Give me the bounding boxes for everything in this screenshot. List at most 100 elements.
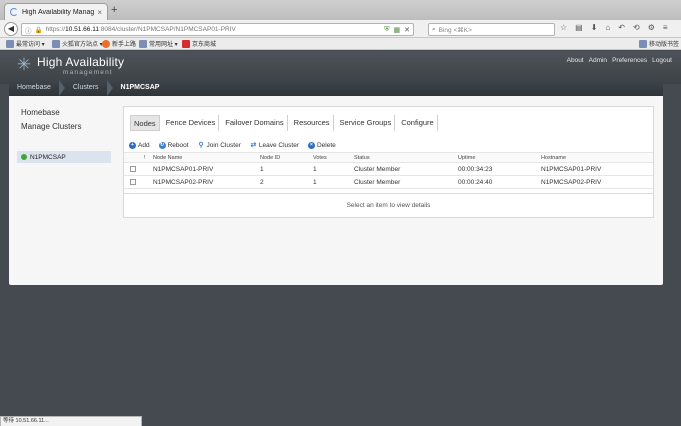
brand-subtitle: management	[63, 69, 113, 76]
nav-admin[interactable]: Admin	[589, 57, 607, 64]
node-votes: 1	[313, 165, 317, 173]
table-header: ! Node Name Node ID Votes Status Uptime …	[124, 152, 653, 163]
url-bar[interactable]: ⓘ 🔒 https://10.51.66.11:8084/cluster/N1P…	[21, 23, 414, 36]
breadcrumb: Homebase Clusters N1PMCSAP	[9, 80, 663, 96]
breadcrumb-clusters[interactable]: Clusters	[65, 80, 113, 96]
join-icon: ⚲	[197, 141, 205, 149]
status-online-icon	[21, 154, 27, 160]
ha-logo-icon: ✳	[16, 55, 32, 74]
bookmark-most-visited[interactable]: 最常访问 ▾	[6, 39, 45, 48]
bookmark-jd[interactable]: 京东商城	[182, 39, 216, 48]
delete-icon: ×	[307, 141, 315, 149]
sidebar-homebase[interactable]: Homebase	[21, 108, 115, 117]
reading-list-icon[interactable]: ▤	[575, 23, 583, 32]
home-icon[interactable]: ⌂	[605, 23, 610, 32]
add-icon: +	[129, 141, 136, 149]
tab-resources[interactable]: Resources	[291, 115, 334, 131]
breadcrumb-cluster: N1PMCSAP	[120, 84, 160, 91]
sidebar-cluster-item[interactable]: N1PMCSAP	[17, 151, 111, 163]
extensions-icon[interactable]: ⚙	[648, 23, 655, 32]
bookmark-official-site[interactable]: 火狐官方站点 ▾	[52, 39, 103, 48]
table-row[interactable]: N1PMCSAP02-PRIV 2 1 Cluster Member 00:00…	[124, 176, 653, 189]
firefox-icon	[102, 39, 110, 48]
node-id: 2	[260, 178, 264, 186]
lock-icon: 🔒	[34, 26, 43, 34]
reload-icon[interactable]: ✕	[404, 26, 410, 34]
new-tab-button[interactable]: +	[111, 4, 117, 16]
nav-preferences[interactable]: Preferences	[612, 57, 647, 64]
col-hostname[interactable]: Hostname	[541, 153, 566, 162]
browser-navbar: ◀ ⓘ 🔒 https://10.51.66.11:8084/cluster/N…	[0, 20, 681, 38]
node-status: Cluster Member	[354, 165, 401, 173]
shield-icon[interactable]: ⛨	[384, 26, 389, 34]
url-text: https://10.51.66.11:8084/cluster/N1PMCSA…	[45, 26, 236, 33]
detail-hint: Select an item to view details	[124, 193, 653, 217]
undo-icon[interactable]: ↶	[618, 23, 625, 32]
browser-tabstrip: High Availability Manageme… × +	[0, 0, 681, 20]
leave-cluster-button[interactable]: ⇄ Leave Cluster	[249, 141, 299, 149]
folder-icon	[6, 39, 14, 48]
bookmark-star-icon[interactable]: ☆	[560, 23, 567, 32]
bookmark-mobile[interactable]: 移动版书签	[639, 39, 679, 48]
sync-icon[interactable]: ⟲	[633, 23, 640, 32]
leave-icon: ⇄	[249, 141, 257, 149]
brand-title: High Availability	[37, 55, 125, 69]
cluster-name: N1PMCSAP	[30, 153, 66, 161]
node-name: N1PMCSAP01-PRIV	[153, 165, 214, 173]
tab-fence-devices[interactable]: Fence Devices	[163, 115, 220, 131]
reboot-button[interactable]: ↻ Reboot	[158, 141, 189, 149]
sidebar-manage-clusters[interactable]: Manage Clusters	[21, 122, 115, 131]
back-button[interactable]: ◀	[4, 22, 18, 36]
add-button[interactable]: + Add	[129, 141, 150, 149]
tab-title: High Availability Manageme…	[22, 8, 95, 16]
close-tab-icon[interactable]: ×	[97, 8, 102, 17]
toolbar: + Add ↻ Reboot ⚲ Join Cluster ⇄ Leave Cluste…	[124, 139, 653, 151]
node-votes: 1	[313, 178, 317, 186]
bookmark-getting-started[interactable]: 新手上路	[102, 39, 136, 48]
tab-service-groups[interactable]: Service Groups	[337, 115, 396, 131]
col-node-name[interactable]: Node Name	[153, 153, 182, 162]
tab-failover-domains[interactable]: Failover Domains	[222, 115, 288, 131]
nodes-table: ! Node Name Node ID Votes Status Uptime …	[124, 152, 653, 189]
table-row[interactable]: N1PMCSAP01-PRIV 1 1 Cluster Member 00:00…	[124, 163, 653, 176]
browser-status-bar: 等待 10.51.66.11...	[0, 416, 142, 426]
search-icon: ⌕	[432, 25, 436, 33]
qr-icon[interactable]: ▦	[394, 26, 401, 34]
delete-button[interactable]: × Delete	[307, 141, 336, 149]
nav-about[interactable]: About	[567, 57, 584, 64]
bookmark-common-sites[interactable]: 常用网址 ▾	[139, 39, 178, 48]
row-checkbox[interactable]	[130, 179, 136, 185]
search-input[interactable]: Bing <⌘K>	[439, 26, 472, 34]
col-uptime[interactable]: Uptime	[458, 153, 475, 162]
col-status[interactable]: Status	[354, 153, 370, 162]
browser-tab[interactable]: High Availability Manageme… ×	[4, 3, 108, 20]
folder-icon	[139, 39, 147, 48]
row-checkbox[interactable]	[130, 166, 136, 172]
tab-configure[interactable]: Configure	[398, 115, 438, 131]
col-votes[interactable]: Votes	[313, 153, 327, 162]
node-status: Cluster Member	[354, 178, 401, 186]
node-id: 1	[260, 165, 264, 173]
col-status-flag[interactable]: !	[144, 153, 146, 162]
join-cluster-button[interactable]: ⚲ Join Cluster	[197, 141, 241, 149]
info-icon: ⓘ	[25, 27, 32, 35]
node-hostname: N1PMCSAP01-PRIV	[541, 165, 602, 173]
node-uptime: 00:00:34:23	[458, 165, 493, 173]
sidebar: Homebase Manage Clusters	[21, 108, 115, 136]
folder-icon	[52, 39, 60, 48]
folder-icon	[639, 39, 647, 48]
node-uptime: 00:00:24:40	[458, 178, 493, 186]
breadcrumb-homebase[interactable]: Homebase	[9, 80, 65, 96]
node-name: N1PMCSAP02-PRIV	[153, 178, 214, 186]
search-bar[interactable]: ⌕ Bing <⌘K>	[428, 23, 555, 36]
nav-logout[interactable]: Logout	[652, 57, 672, 64]
bookmarks-bar: 最常访问 ▾ 火狐官方站点 ▾ 新手上路 常用网址 ▾ 京东商城 移动版书签	[0, 38, 681, 50]
tab-nodes[interactable]: Nodes	[130, 115, 160, 131]
menu-icon[interactable]: ≡	[663, 23, 668, 32]
tab-bar: Nodes Fence Devices Failover Domains Res…	[130, 115, 441, 131]
reboot-icon: ↻	[158, 141, 166, 149]
jd-icon	[182, 39, 190, 48]
download-icon[interactable]: ⬇	[591, 23, 598, 32]
col-node-id[interactable]: Node ID	[260, 153, 280, 162]
content-area: Nodes Fence Devices Failover Domains Res…	[123, 106, 654, 218]
